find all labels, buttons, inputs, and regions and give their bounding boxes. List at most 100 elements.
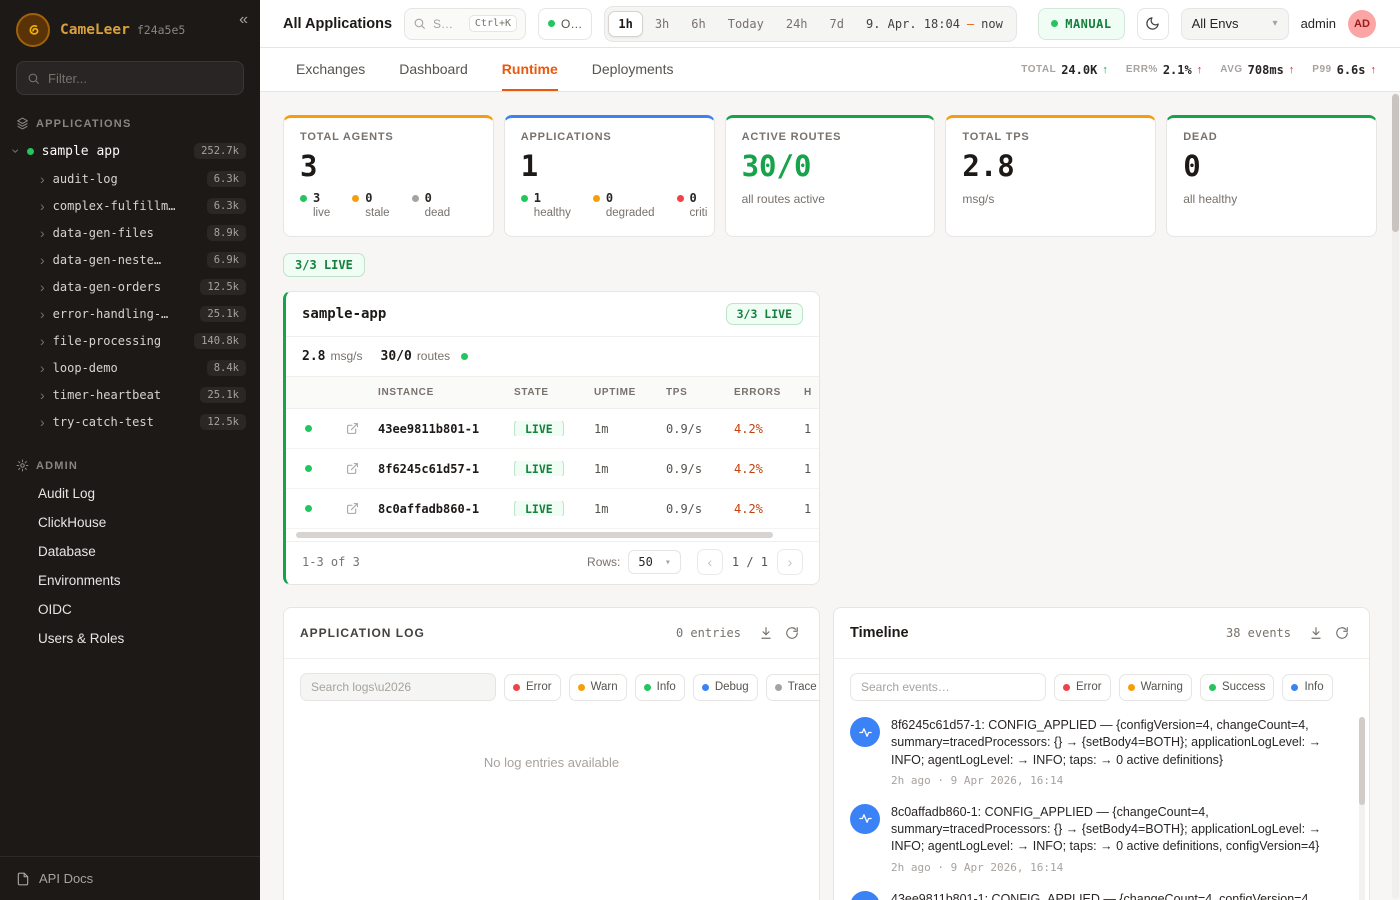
download-button[interactable] — [1303, 620, 1329, 646]
rows-per-page-select[interactable]: 50 ▾ — [628, 550, 680, 574]
prev-page-button[interactable]: ‹ — [697, 549, 723, 575]
horizontal-scrollbar[interactable] — [296, 531, 809, 539]
sidebar-nav: APPLICATIONS › sample app 252.7k › audit… — [0, 107, 260, 856]
timeline-event[interactable]: 43ee9811b801-1: CONFIG_APPLIED — {change… — [850, 891, 1353, 900]
sidebar-item-timer-heartbeat[interactable]: › timer-heartbeat 25.1k — [0, 381, 260, 408]
time-range-6h[interactable]: 6h — [681, 11, 715, 37]
log-search-input[interactable] — [311, 680, 485, 694]
sidebar-item-users-roles[interactable]: Users & Roles — [0, 624, 260, 653]
date-to: now — [981, 17, 1003, 31]
refresh-button[interactable] — [779, 620, 805, 646]
open-instance-link[interactable] — [346, 462, 359, 475]
time-range-7d[interactable]: 7d — [820, 11, 854, 37]
card-total-agents: TOTAL AGENTS 3 3live 0stale 0dead — [283, 115, 494, 237]
global-search[interactable]: S… Ctrl+K — [404, 8, 526, 40]
environment-select-value: All Envs — [1192, 16, 1239, 31]
filter-chip-info[interactable]: Info — [635, 674, 685, 701]
connection-status-label: O… — [561, 17, 582, 31]
column-header-h: H — [800, 387, 819, 398]
sidebar-collapse-button[interactable]: « — [239, 12, 248, 28]
next-page-button[interactable]: › — [777, 549, 803, 575]
page-scrollbar[interactable] — [1392, 93, 1399, 899]
log-empty-message: No log entries available — [284, 711, 819, 770]
sidebar-item-audit-log[interactable]: › audit-log 6.3k — [0, 165, 260, 192]
avatar[interactable]: AD — [1348, 10, 1376, 38]
time-range-24h[interactable]: 24h — [776, 11, 818, 37]
filter-chip-info[interactable]: Info — [1282, 674, 1332, 701]
filter-chip-error[interactable]: Error — [1054, 674, 1111, 701]
tab-deployments[interactable]: Deployments — [592, 48, 674, 91]
sidebar-item-complex-fulfillment[interactable]: › complex-fulfillm… 6.3k — [0, 192, 260, 219]
vertical-scrollbar[interactable] — [1359, 717, 1365, 900]
sidebar-item-oidc[interactable]: OIDC — [0, 595, 260, 624]
filter-chip-success[interactable]: Success — [1200, 674, 1274, 701]
tree-item-label: timer-heartbeat — [53, 388, 161, 402]
table-row[interactable]: 8f6245c61d57-1 LIVE 1m 0.9/s 4.2% 1 — [286, 449, 819, 489]
table-footer: 1-3 of 3 Rows: 50 ▾ ‹ 1 / 1 › — [286, 541, 819, 584]
sidebar-item-environments[interactable]: Environments — [0, 566, 260, 595]
card-label: ACTIVE ROUTES — [742, 131, 919, 143]
sub-stat-critical: 0criti — [677, 191, 708, 219]
refresh-icon — [1335, 626, 1349, 640]
manual-refresh-toggle[interactable]: MANUAL — [1038, 8, 1124, 40]
state-badge: LIVE — [514, 421, 564, 436]
tps-value: 0.9/s — [662, 422, 730, 436]
sidebar-item-database[interactable]: Database — [0, 537, 260, 566]
open-instance-link[interactable] — [346, 422, 359, 435]
sidebar-item-clickhouse[interactable]: ClickHouse — [0, 508, 260, 537]
connection-status-chip[interactable]: O… — [538, 8, 592, 40]
table-row[interactable]: 43ee9811b801-1 LIVE 1m 0.9/s 4.2% 1 — [286, 409, 819, 449]
sidebar-item-data-gen-orders[interactable]: › data-gen-orders 12.5k — [0, 273, 260, 300]
open-instance-link[interactable] — [346, 502, 359, 515]
filter-chip-trace[interactable]: Trace — [766, 674, 820, 701]
filter-chip-warning[interactable]: Warning — [1119, 674, 1192, 701]
card-note: all healthy — [1183, 192, 1360, 206]
admin-section-label: ADMIN — [36, 460, 78, 472]
timeline-search-input[interactable] — [861, 680, 1035, 694]
time-range-3h[interactable]: 3h — [645, 11, 679, 37]
refresh-button[interactable] — [1329, 620, 1355, 646]
sidebar-item-data-gen-files[interactable]: › data-gen-files 8.9k — [0, 219, 260, 246]
log-search — [300, 673, 496, 701]
search-icon — [413, 17, 426, 30]
tab-dashboard[interactable]: Dashboard — [399, 48, 468, 91]
filter-input[interactable] — [48, 71, 233, 86]
tab-exchanges[interactable]: Exchanges — [296, 48, 365, 91]
instances-table: INSTANCE STATE UPTIME TPS ERRORS H 43ee9… — [286, 377, 819, 541]
api-docs-link[interactable]: API Docs — [0, 856, 260, 900]
live-summary-chip[interactable]: 3/3 LIVE — [283, 253, 365, 277]
app-instance-id: f24a5e5 — [137, 23, 185, 37]
date-range-display[interactable]: 9. Apr. 18:04 – now — [856, 17, 1013, 31]
tab-runtime[interactable]: Runtime — [502, 48, 558, 91]
stat-value: 6.6s — [1337, 63, 1366, 77]
filter-chip-error[interactable]: Error — [504, 674, 561, 701]
stat-err-rate: ERR% 2.1% ↑ — [1126, 63, 1202, 77]
sidebar-item-error-handling[interactable]: › error-handling-… 25.1k — [0, 300, 260, 327]
card-value: 1 — [521, 152, 698, 181]
time-range-today[interactable]: Today — [718, 11, 774, 37]
tree-item-label: loop-demo — [53, 361, 118, 375]
sidebar-item-file-processing[interactable]: › file-processing 140.8k — [0, 327, 260, 354]
environment-select[interactable]: All Envs ▾ — [1181, 8, 1289, 40]
sidebar-item-try-catch-test[interactable]: › try-catch-test 12.5k — [0, 408, 260, 435]
dark-mode-toggle[interactable] — [1137, 8, 1169, 40]
timeline-event[interactable]: 8f6245c61d57-1: CONFIG_APPLIED — {config… — [850, 717, 1353, 787]
sidebar-item-audit-log-admin[interactable]: Audit Log — [0, 479, 260, 508]
sidebar-item-data-gen-nested[interactable]: › data-gen-neste… 6.9k — [0, 246, 260, 273]
filter-chip-debug[interactable]: Debug — [693, 674, 758, 701]
stat-value: 2.1% — [1163, 63, 1192, 77]
instance-status-dot — [305, 505, 312, 512]
download-button[interactable] — [753, 620, 779, 646]
timeline-events: 8f6245c61d57-1: CONFIG_APPLIED — {config… — [834, 711, 1369, 900]
time-range-1h[interactable]: 1h — [608, 11, 642, 37]
search-placeholder-text: S… — [433, 17, 453, 31]
timeline-event[interactable]: 8c0affadb860-1: CONFIG_APPLIED — {change… — [850, 804, 1353, 874]
column-header-state: STATE — [510, 387, 590, 398]
filter-chip-warn[interactable]: Warn — [569, 674, 627, 701]
sidebar-item-loop-demo[interactable]: › loop-demo 8.4k — [0, 354, 260, 381]
event-timestamp: 2h ago · 9 Apr 2026, 16:14 — [891, 774, 1337, 787]
sidebar-item-sample-app[interactable]: › sample app 252.7k — [0, 137, 260, 165]
time-range-selector: 1h 3h 6h Today 24h 7d 9. Apr. 18:04 – no… — [604, 6, 1016, 42]
table-row[interactable]: 8c0affadb860-1 LIVE 1m 0.9/s 4.2% 1 — [286, 489, 819, 529]
tree-item-label: audit-log — [53, 172, 118, 186]
